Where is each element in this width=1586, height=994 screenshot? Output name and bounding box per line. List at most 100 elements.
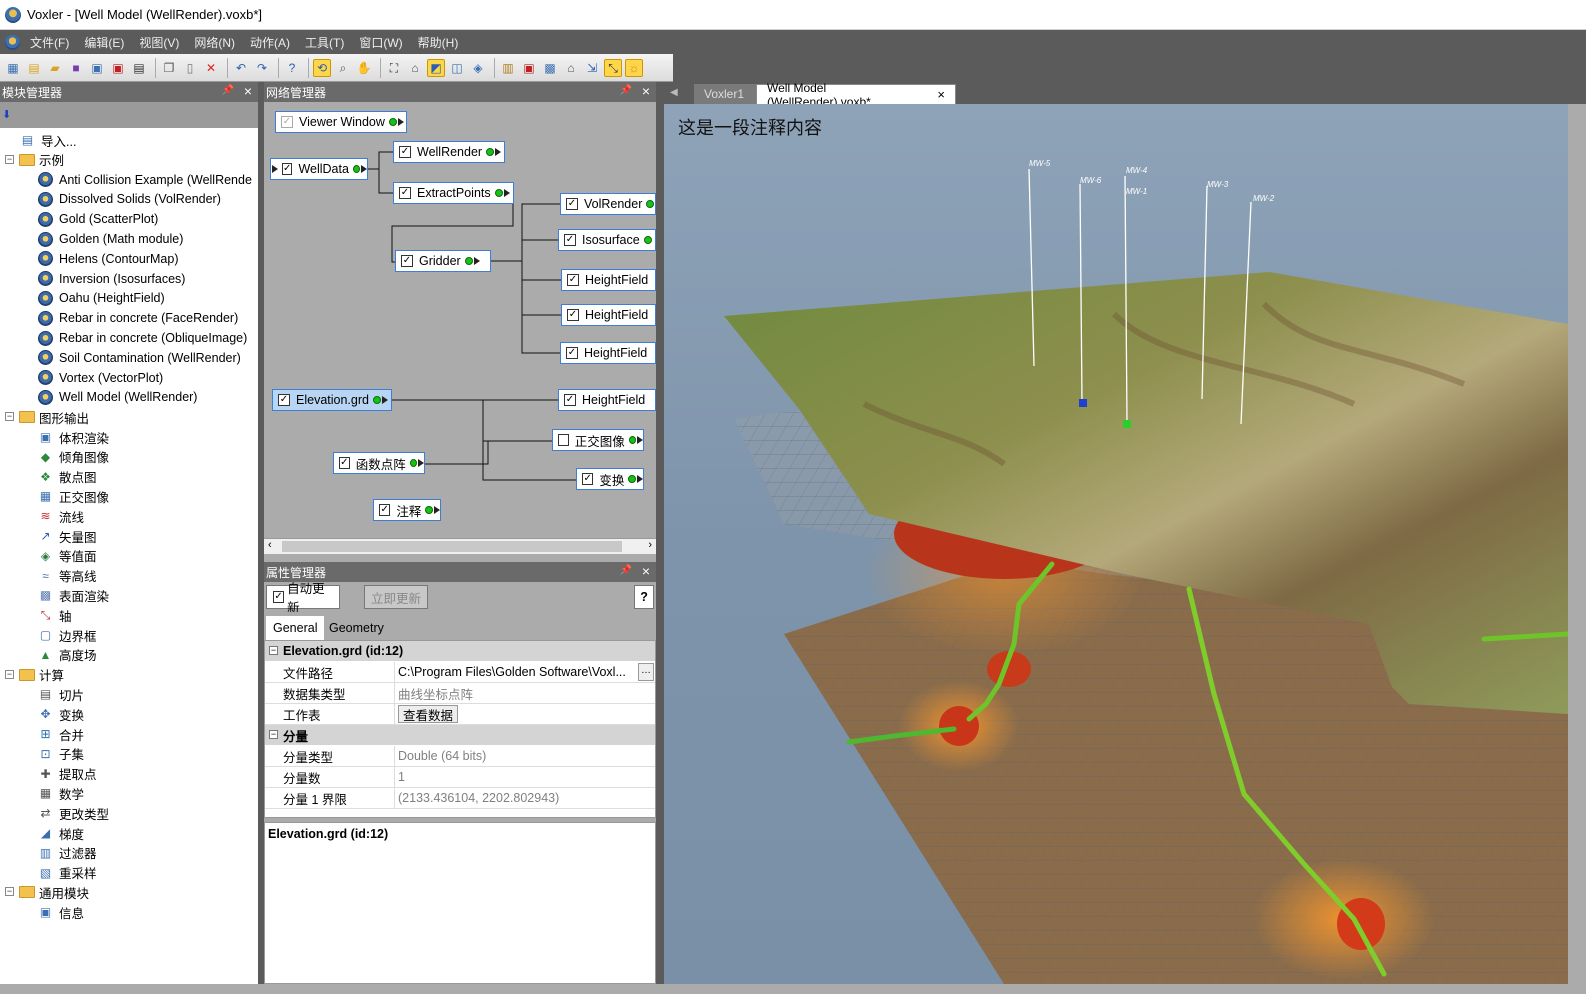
module-heightfield-1[interactable]: ✓ HeightField	[561, 269, 656, 291]
capture-icon[interactable]: ▩	[541, 59, 559, 77]
module-welldata[interactable]: ✓ WellData	[270, 158, 368, 180]
menu-help[interactable]: 帮助(H)	[418, 34, 459, 51]
clipboard-icon[interactable]: ▥	[499, 59, 517, 77]
print-icon[interactable]: ▤	[130, 59, 148, 77]
tree-group-0[interactable]: − 示例	[5, 150, 64, 170]
update-now-button[interactable]: 立即更新	[364, 585, 428, 609]
tree-item[interactable]: ⤡ 轴	[38, 605, 72, 625]
menu-network[interactable]: 网络(N)	[194, 34, 235, 51]
tree-item[interactable]: ⊞ 合并	[38, 724, 84, 744]
record-icon[interactable]: ▣	[520, 59, 538, 77]
tree-item[interactable]: ▧ 重采样	[38, 863, 97, 883]
axes-tool-icon[interactable]: ⤡	[604, 58, 622, 77]
tree-item[interactable]: ▤ 切片	[38, 684, 84, 704]
redo-icon[interactable]: ↷	[253, 59, 271, 77]
splitter-right[interactable]	[656, 82, 664, 984]
tree-item[interactable]: ✚ 提取点	[38, 764, 96, 784]
close-icon[interactable]: ×	[244, 83, 252, 99]
property-row[interactable]: 文件路径 C:\Program Files\Golden Software\Vo…	[265, 662, 655, 683]
export-icon[interactable]: ▣	[109, 59, 127, 77]
save-as-icon[interactable]: ▣	[88, 59, 106, 77]
home-view-icon[interactable]: ⌂	[406, 59, 424, 77]
view-dropdown-icon[interactable]: ◈	[469, 59, 487, 77]
tree-item[interactable]: ◈ 等值面	[38, 546, 97, 566]
module-heightfield-4[interactable]: ✓ HeightField	[558, 389, 656, 411]
module-annotation[interactable]: ✓ 注释	[373, 499, 441, 521]
tree-item[interactable]: Inversion (Isosurfaces)	[38, 269, 185, 289]
pan-tool-icon[interactable]: ✋	[355, 59, 373, 77]
open-icon[interactable]: ▰	[46, 59, 64, 77]
tree-item[interactable]: Anti Collision Example (WellRende	[38, 170, 252, 190]
down-arrow-icon[interactable]: ⬇	[2, 108, 11, 121]
tree-item[interactable]: Gold (ScatterPlot)	[38, 209, 158, 229]
tree-item[interactable]: Soil Contamination (WellRender)	[38, 348, 241, 368]
auto-update-checkbox[interactable]: ✓	[273, 591, 285, 603]
browse-button[interactable]: …	[638, 663, 654, 681]
module-elevation-grd[interactable]: ✓ Elevation.grd	[272, 389, 392, 411]
property-row[interactable]: 分量数 1	[265, 767, 655, 788]
menu-tools[interactable]: 工具(T)	[305, 34, 344, 51]
pin-icon[interactable]: 📌	[620, 85, 632, 96]
tree-item[interactable]: ▥ 过滤器	[38, 843, 97, 863]
property-row[interactable]: 数据集类型 曲线坐标点阵	[265, 683, 655, 704]
scrollbar-thumb[interactable]	[282, 541, 622, 552]
tree-item[interactable]: Vortex (VectorPlot)	[38, 368, 163, 388]
collapse-icon[interactable]: −	[5, 669, 14, 679]
menu-window[interactable]: 窗口(W)	[359, 34, 402, 51]
tree-item[interactable]: Golden (Math module)	[38, 229, 183, 249]
property-row[interactable]: 工作表 查看数据	[265, 704, 655, 725]
tree-item[interactable]: ◆ 倾角图像	[38, 447, 109, 467]
module-ortho-image[interactable]: 正交图像	[552, 429, 644, 451]
tree-group-3[interactable]: − 通用模块	[5, 882, 89, 902]
tree-item[interactable]: ▩ 表面渲染	[38, 585, 109, 605]
module-isosurface[interactable]: ✓ Isosurface	[558, 229, 656, 251]
tree-item[interactable]: ✥ 变换	[38, 704, 84, 724]
tree-item[interactable]: ▢ 边界框	[38, 625, 97, 645]
tree-item[interactable]: Oahu (HeightField)	[38, 288, 165, 308]
highlight-tool-icon[interactable]: ☼	[625, 58, 643, 77]
tree-item[interactable]: Well Model (WellRender)	[38, 387, 197, 407]
tree-item[interactable]: ≈ 等高线	[38, 566, 96, 586]
module-viewer-window[interactable]: ✓ Viewer Window	[275, 111, 407, 133]
menu-view[interactable]: 视图(V)	[139, 34, 179, 51]
zoom-tool-icon[interactable]: ⌕	[334, 59, 352, 77]
menu-edit[interactable]: 编辑(E)	[84, 34, 124, 51]
tree-item[interactable]: ≋ 流线	[38, 506, 84, 526]
module-gridder[interactable]: ✓ Gridder	[395, 250, 491, 272]
property-category-components[interactable]: − 分量	[265, 725, 655, 745]
auto-update-button[interactable]: ✓ 自动更新	[266, 582, 340, 615]
new-network-icon[interactable]: ▦	[4, 59, 22, 77]
module-heightfield-3[interactable]: ✓ HeightField	[560, 342, 656, 364]
copy-icon[interactable]: ❐	[160, 59, 178, 77]
fit-view-icon[interactable]: ⛶	[385, 59, 403, 77]
module-wellrender[interactable]: ✓ WellRender	[393, 141, 505, 163]
tree-item-import[interactable]: ▤ 导入...	[20, 130, 77, 150]
save-icon[interactable]: ■	[67, 59, 85, 77]
tree-item[interactable]: ❖ 散点图	[38, 467, 96, 487]
property-row[interactable]: 分量 1 界限 (2133.436104, 2202.802943)	[265, 788, 655, 809]
scroll-left-icon[interactable]: ‹	[268, 539, 272, 551]
tree-item[interactable]: ⊡ 子集	[38, 744, 84, 764]
help-cursor-icon[interactable]: ?	[283, 59, 301, 77]
menu-action[interactable]: 动作(A)	[250, 34, 290, 51]
rotate-tool-icon[interactable]: ⟲	[313, 58, 331, 77]
close-tab-icon[interactable]: ×	[937, 87, 945, 102]
tree-item[interactable]: ↗ 矢量图	[38, 526, 96, 546]
close-icon[interactable]: ×	[642, 563, 650, 579]
light-icon[interactable]: ⌂	[562, 59, 580, 77]
close-icon[interactable]: ×	[642, 83, 650, 99]
module-function-lattice[interactable]: ✓ 函数点阵	[333, 452, 425, 474]
tab-geometry[interactable]: Geometry	[322, 616, 391, 640]
tree-item[interactable]: Rebar in concrete (ObliqueImage)	[38, 328, 247, 348]
tab-well-model[interactable]: Well Model (WellRender).voxb* ×	[756, 81, 956, 109]
box-view-icon[interactable]: ◫	[448, 59, 466, 77]
tab-scroll-left-icon[interactable]: ◀	[670, 87, 678, 98]
module-heightfield-2[interactable]: ✓ HeightField	[561, 304, 656, 326]
tree-item[interactable]: ▦ 正交图像	[38, 486, 109, 506]
tree-item[interactable]: ⇄ 更改类型	[38, 803, 109, 823]
tree-item[interactable]: ▲ 高度场	[38, 645, 97, 665]
delete-icon[interactable]: ✕	[202, 59, 220, 77]
module-volrender[interactable]: ✓ VolRender	[560, 193, 656, 215]
help-button[interactable]: ?	[634, 585, 654, 609]
tab-general[interactable]: General	[266, 616, 325, 640]
